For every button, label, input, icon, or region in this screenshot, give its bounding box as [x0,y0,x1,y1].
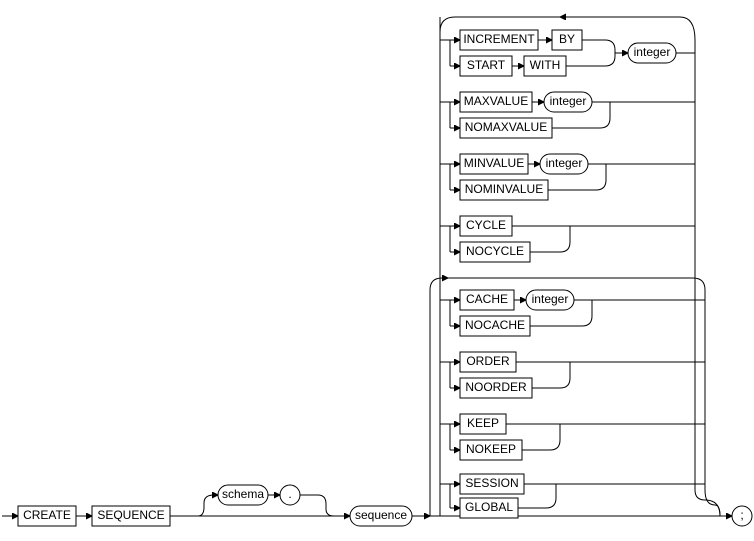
svg-text:NOCACHE: NOCACHE [465,318,525,332]
svg-text:MINVALUE: MINVALUE [464,156,524,170]
sequence-kw-label: SEQUENCE [97,508,164,522]
svg-text:NOMINVALUE: NOMINVALUE [465,182,543,196]
svg-text:NOCYCLE: NOCYCLE [466,244,524,258]
semicolon-label: ; [740,508,743,522]
svg-text:integer: integer [550,94,587,108]
sequence-label: sequence [355,508,407,522]
svg-text:NOORDER: NOORDER [465,380,527,394]
svg-text:ORDER: ORDER [466,354,510,368]
svg-text:BY: BY [559,32,575,46]
svg-text:CACHE: CACHE [466,292,508,306]
svg-text:integer: integer [532,292,569,306]
svg-text:WITH: WITH [530,58,561,72]
svg-text:integer: integer [634,45,671,59]
svg-text:integer: integer [546,156,583,170]
svg-text:MAXVALUE: MAXVALUE [464,94,528,108]
svg-text:NOKEEP: NOKEEP [466,442,516,456]
svg-text:GLOBAL: GLOBAL [465,500,513,514]
svg-text:INCREMENT: INCREMENT [463,32,535,46]
svg-text:KEEP: KEEP [467,416,499,430]
create-label: CREATE [23,508,71,522]
svg-text:NOMAXVALUE: NOMAXVALUE [465,120,547,134]
dot-label: . [288,487,291,501]
schema-label: schema [222,487,264,501]
svg-text:START: START [467,58,506,72]
svg-text:CYCLE: CYCLE [466,218,506,232]
svg-text:SESSION: SESSION [465,476,518,490]
syntax-diagram: CREATE SEQUENCE schema . sequence INCREM [0,0,754,541]
